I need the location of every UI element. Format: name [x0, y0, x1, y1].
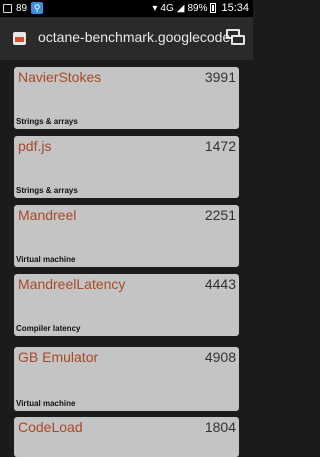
- results-list: NavierStokes 3991 Strings & arrays pdf.j…: [0, 60, 253, 457]
- status-bar: 89 ⚲ ▾ 4G ◢ 89% 15:34: [0, 0, 253, 17]
- benchmark-name: Mandreel: [18, 207, 77, 223]
- benchmark-name: NavierStokes: [18, 69, 102, 85]
- benchmark-name: GB Emulator: [18, 349, 99, 365]
- network-type: 4G: [160, 2, 174, 14]
- status-indicator: 89: [16, 2, 28, 14]
- tabs-switcher-icon[interactable]: [226, 29, 246, 47]
- benchmark-category: Strings & arrays: [16, 117, 78, 126]
- benchmark-score: 3991: [204, 69, 236, 85]
- battery-icon: [210, 3, 217, 13]
- benchmark-score: 2251: [204, 207, 236, 223]
- clock: 15:34: [221, 2, 249, 14]
- benchmark-name: CodeLoad: [18, 419, 83, 435]
- result-card[interactable]: Mandreel 2251 Virtual machine: [14, 205, 239, 267]
- result-card[interactable]: NavierStokes 3991 Strings & arrays: [14, 67, 239, 129]
- wifi-icon: ▾: [152, 2, 158, 14]
- page-title[interactable]: octane-benchmark.googlecode: [38, 29, 230, 45]
- benchmark-category: Virtual machine: [16, 399, 76, 408]
- benchmark-name: MandreelLatency: [18, 276, 126, 292]
- result-card[interactable]: pdf.js 1472 Strings & arrays: [14, 136, 239, 198]
- benchmark-category: Virtual machine: [16, 255, 76, 264]
- benchmark-score: 1804: [204, 419, 236, 435]
- benchmark-category: Compiler latency: [16, 324, 81, 333]
- benchmark-category: Strings & arrays: [16, 186, 78, 195]
- signal-icon: ◢: [176, 2, 185, 14]
- app-bar: octane-benchmark.googlecode: [0, 17, 253, 60]
- search-app-icon: ⚲: [31, 2, 44, 14]
- notification-icon: [3, 3, 12, 13]
- result-card[interactable]: MandreelLatency 4443 Compiler latency: [14, 274, 239, 336]
- result-card[interactable]: CodeLoad 1804: [14, 417, 239, 457]
- battery-percent: 89%: [187, 2, 208, 14]
- benchmark-score: 4908: [204, 349, 236, 365]
- app-logo-icon: [13, 32, 26, 45]
- benchmark-score: 4443: [204, 276, 236, 292]
- benchmark-name: pdf.js: [18, 138, 52, 154]
- benchmark-score: 1472: [204, 138, 236, 154]
- result-card[interactable]: GB Emulator 4908 Virtual machine: [14, 347, 239, 411]
